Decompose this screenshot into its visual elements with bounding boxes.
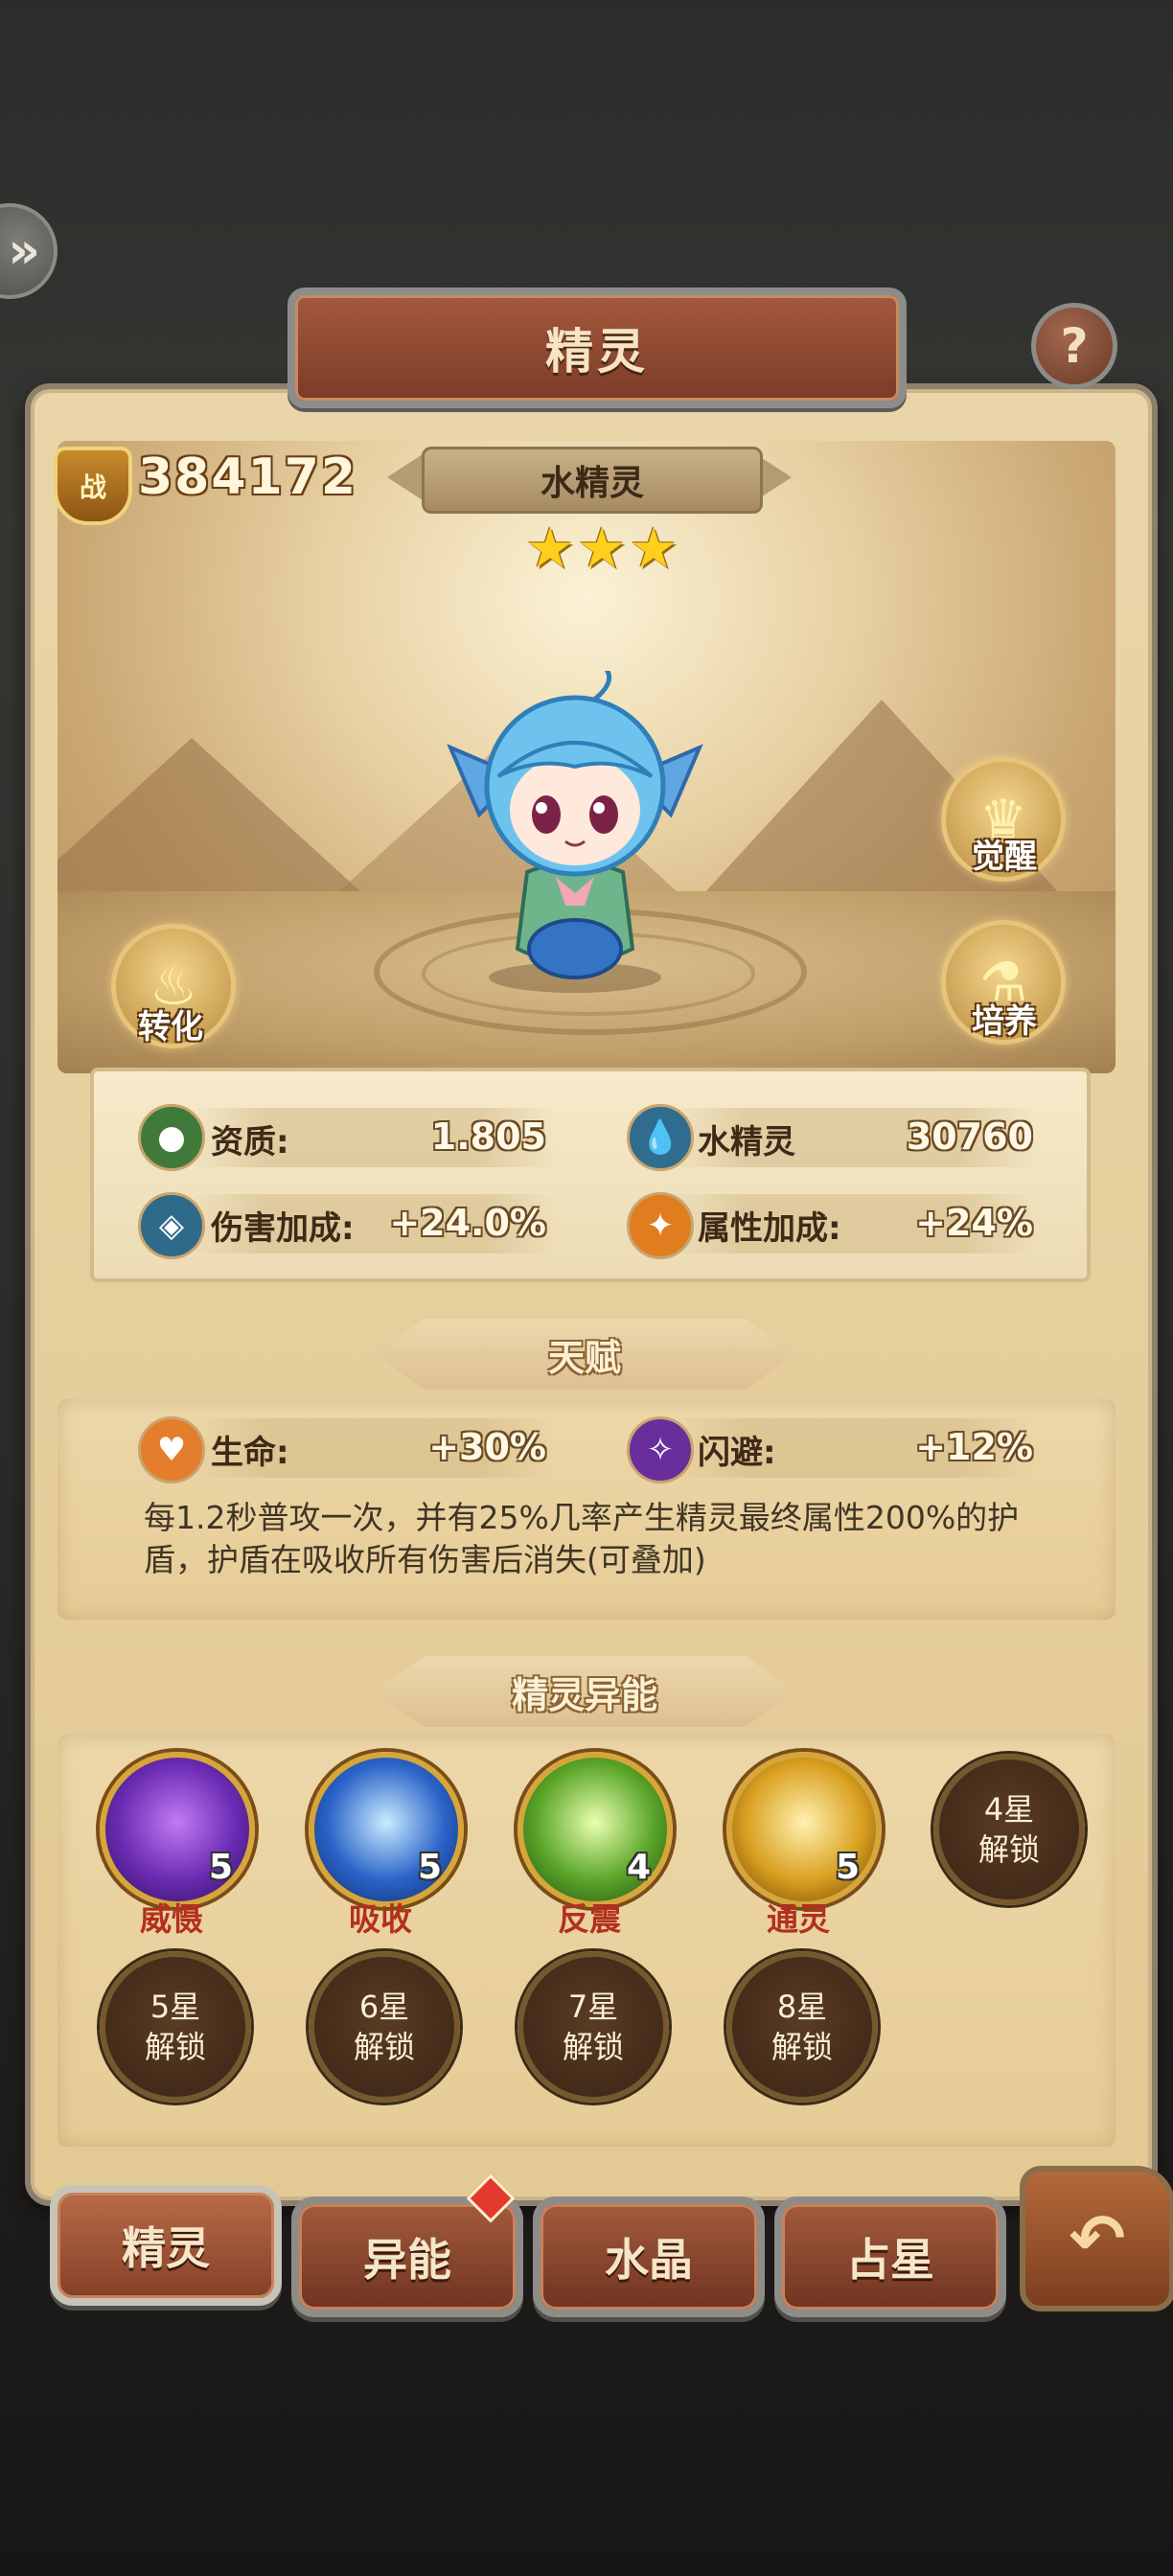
ability-name: 通灵 (767, 1900, 830, 1938)
name-banner-wing-left (387, 452, 426, 502)
tab-label: 异能 (363, 2234, 451, 2286)
stat-label: 水精灵 (698, 1123, 795, 1162)
tab-label: 水晶 (605, 2234, 693, 2286)
aptitude-icon: ● (138, 1104, 205, 1171)
star-icon: ★ (577, 516, 627, 581)
back-arrow-icon: ↶ (1069, 2199, 1126, 2278)
unlock-label: 解锁 (562, 2029, 624, 2065)
spirit-name: 水精灵 (540, 464, 644, 503)
unlock-star-requirement: 4星 (983, 1791, 1035, 1828)
stat-label: 属性加成: (698, 1209, 841, 1248)
unlock-label: 解锁 (144, 2029, 206, 2065)
ability-level: 5 (418, 1848, 443, 1887)
unlock-label: 解锁 (353, 2029, 415, 2065)
side-expand-button[interactable]: » (0, 203, 58, 299)
star-icon: ★ (525, 516, 575, 581)
ability-level: 4 (627, 1848, 652, 1887)
locked-ability-slot[interactable]: 6星 解锁 (309, 1951, 460, 2103)
star-icon: ★ (629, 516, 678, 581)
awaken-label: 觉醒 (972, 838, 1037, 876)
unlock-label: 解锁 (978, 1831, 1040, 1868)
locked-ability-slot[interactable]: 4星 解锁 (933, 1754, 1085, 1905)
water-drop-icon: 💧 (627, 1104, 694, 1171)
ability-name: 吸收 (349, 1900, 412, 1938)
stat-label: 生命: (211, 1434, 289, 1472)
talent-description: 每1.2秒普攻一次，并有25%几率产生精灵最终属性200%的护盾，护盾在吸收所有… (144, 1499, 1020, 1578)
stat-label: 资质: (211, 1123, 289, 1162)
ability-level: 5 (836, 1848, 861, 1887)
ability-level: 5 (209, 1848, 234, 1887)
locked-ability-slot[interactable]: 8星 解锁 (726, 1951, 878, 2103)
back-button[interactable]: ↶ (1020, 2166, 1173, 2312)
water-spirit-character[interactable] (412, 671, 738, 997)
tab-label: 占星 (846, 2234, 934, 2286)
talent-header-label: 天赋 (547, 1336, 621, 1379)
power-badge-icon: 战 (54, 447, 132, 525)
unlock-label: 解锁 (770, 2029, 833, 2065)
page-title: 精灵 (545, 324, 649, 380)
talent-header: 天赋 (374, 1319, 795, 1390)
help-button[interactable]: ? (1031, 303, 1117, 389)
convert-label: 转化 (138, 1008, 203, 1046)
ability-name: 反震 (558, 1900, 621, 1938)
abilities-header: 精灵异能 (374, 1656, 795, 1727)
attribute-bonus-icon: ✦ (627, 1192, 694, 1259)
unlock-star-requirement: 8星 (776, 1989, 828, 2025)
stat-value: +24.0% (389, 1202, 546, 1244)
heart-icon: ♥ (138, 1416, 205, 1484)
tab-crystal[interactable]: 水晶 (533, 2196, 765, 2317)
tab-astrology[interactable]: 占星 (774, 2196, 1006, 2317)
star-rating: ★ ★ ★ (525, 519, 678, 577)
double-chevron-right-icon: » (8, 222, 40, 280)
stat-value: 30760 (906, 1116, 1033, 1158)
dodge-icon: ✧ (627, 1416, 694, 1484)
locked-ability-slot[interactable]: 5星 解锁 (100, 1951, 251, 2103)
power-value: 384172 (138, 448, 358, 506)
abilities-header-label: 精灵异能 (511, 1673, 657, 1716)
locked-ability-slot[interactable]: 7星 解锁 (518, 1951, 669, 2103)
stat-value: +12% (915, 1426, 1033, 1468)
ability-name: 威慑 (140, 1900, 203, 1938)
cultivate-label: 培养 (972, 1002, 1037, 1041)
title-banner: 精灵 (288, 288, 907, 408)
unlock-star-requirement: 7星 (567, 1989, 619, 2025)
tab-label: 精灵 (122, 2222, 210, 2274)
question-icon: ? (1060, 318, 1089, 374)
spirit-name-banner: 水精灵 (422, 447, 763, 514)
unlock-star-requirement: 5星 (150, 1989, 201, 2025)
stat-label: 伤害加成: (211, 1209, 355, 1248)
unlock-star-requirement: 6星 (358, 1989, 410, 2025)
stat-value: +30% (428, 1426, 546, 1468)
damage-bonus-icon: ◈ (138, 1192, 205, 1259)
stat-value: 1.805 (430, 1116, 546, 1158)
stat-label: 闪避: (698, 1434, 776, 1472)
stat-value: +24% (915, 1202, 1033, 1244)
tab-spirit[interactable]: 精灵 (50, 2185, 282, 2306)
